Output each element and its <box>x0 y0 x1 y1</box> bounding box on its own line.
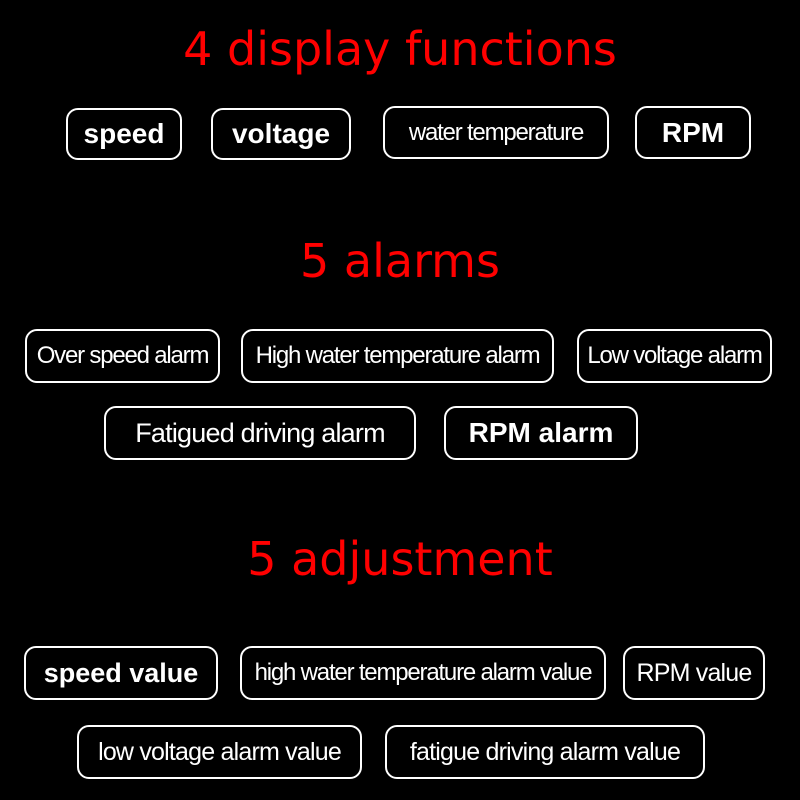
alarm-pill-fatigued-driving: Fatigued driving alarm <box>104 406 416 460</box>
adjust-pill-speed-value: speed value <box>24 646 218 700</box>
feature-pill-water-temperature: water temperature <box>383 106 609 159</box>
adjust-pill-fatigue-driving-alarm-value: fatigue driving alarm value <box>385 725 705 779</box>
section-title-display-functions: 4 display functions <box>183 22 617 76</box>
alarm-pill-low-voltage: Low voltage alarm <box>577 329 772 383</box>
section-title-adjustment: 5 adjustment <box>247 532 553 586</box>
alarm-pill-high-water-temperature: High water temperature alarm <box>241 329 554 383</box>
section-title-alarms: 5 alarms <box>300 234 500 288</box>
alarm-pill-rpm: RPM alarm <box>444 406 638 460</box>
alarm-pill-over-speed: Over speed alarm <box>25 329 220 383</box>
feature-pill-rpm: RPM <box>635 106 751 159</box>
adjust-pill-rpm-value: RPM value <box>623 646 765 700</box>
adjust-pill-high-water-temperature-alarm-value: high water temperature alarm value <box>240 646 606 700</box>
feature-pill-voltage: voltage <box>211 108 351 160</box>
feature-pill-speed: speed <box>66 108 182 160</box>
adjust-pill-low-voltage-alarm-value: low voltage alarm value <box>77 725 362 779</box>
